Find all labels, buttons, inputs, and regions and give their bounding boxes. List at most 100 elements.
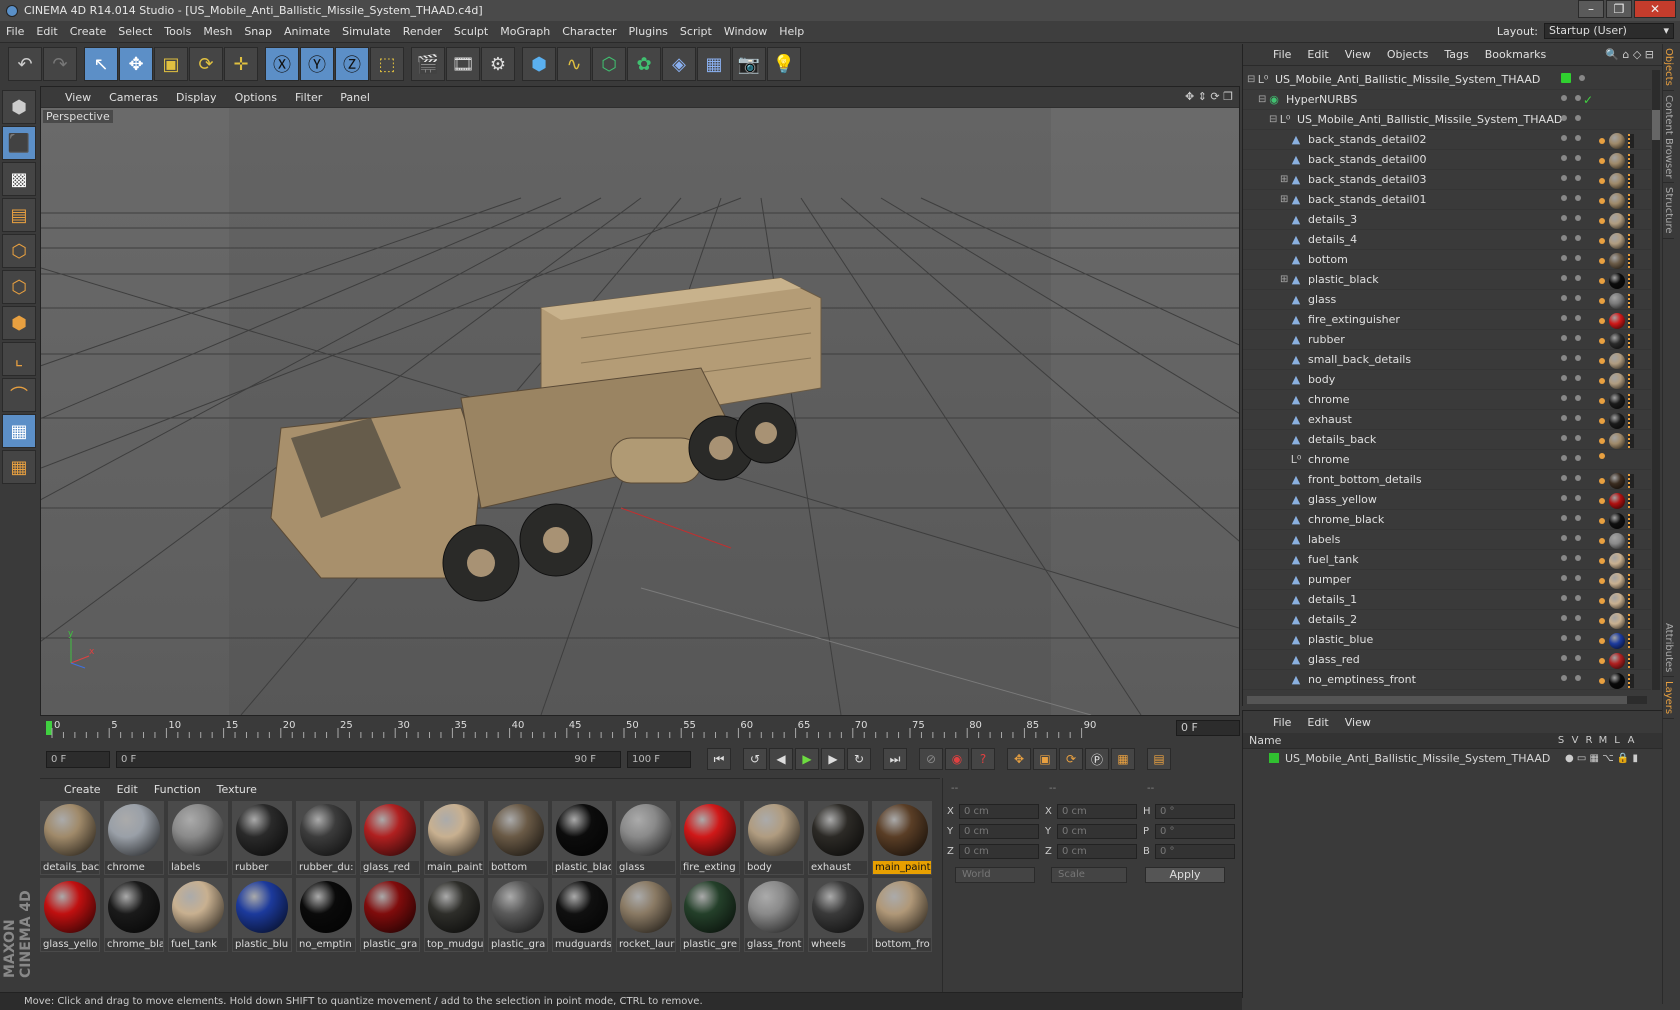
object-tags[interactable] [1599,193,1634,209]
floor-icon[interactable]: ▦ [697,47,731,81]
object-tree-row[interactable]: ⊞ ▲ plastic_black [1243,270,1651,290]
object-tree-row[interactable]: ▲ details_3 [1243,210,1651,230]
object-tree-row[interactable]: ⊟ ◉ HyperNURBS ✓ [1243,90,1651,110]
visibility-dots[interactable] [1561,415,1589,421]
material-swatch[interactable]: plastic_gre [680,878,740,952]
expand-toggle-icon[interactable]: ⊞ [1280,194,1288,205]
material-swatch[interactable]: main_paint [872,801,932,875]
play-icon[interactable]: ▶ [795,748,819,770]
visibility-dots[interactable] [1561,355,1589,361]
y-axis-lock-icon[interactable]: Ⓨ [300,47,334,81]
object-manager-search-icon[interactable]: 🔍 ⌂ ◇ ⊟ [1605,48,1654,61]
visibility-dots[interactable] [1561,555,1589,561]
rotation-h-field[interactable]: 0 ° [1155,804,1235,819]
deformer-icon[interactable]: ◈ [662,47,696,81]
tab-content-browser[interactable]: Content Browser [1663,91,1674,184]
size-x-field[interactable]: 0 cm [1057,804,1137,819]
start-frame-field[interactable]: 0 F [46,750,110,768]
workplane-lock-icon[interactable]: ▦ [2,414,36,448]
visibility-dots[interactable] [1561,215,1589,221]
edges-mode-icon[interactable]: ⬡ [2,270,36,304]
record-keys-icon[interactable]: ⊘ [919,748,943,770]
material-swatch[interactable]: chrome_bla [104,878,164,952]
material-swatch[interactable]: rocket_laur [616,878,676,952]
layer-menu-edit[interactable]: Edit [1307,716,1328,729]
object-tree-hscrollbar[interactable] [1247,696,1647,704]
layout-dropdown[interactable]: Startup (User) [1544,23,1674,39]
end-frame-field[interactable]: 100 F [627,750,691,768]
make-editable-icon[interactable]: ⬢ [2,90,36,124]
render-picture-viewer-icon[interactable]: 🎞 [446,47,480,81]
material-swatch[interactable]: rubber_du: [296,801,356,875]
menu-mograph[interactable]: MoGraph [494,25,556,38]
object-tree-row[interactable]: ▲ rubber [1243,330,1651,350]
object-tree-row[interactable]: ▲ back_stands_detail02 [1243,130,1651,150]
object-tree-row[interactable]: ▲ labels [1243,530,1651,550]
viewport-menu-display[interactable]: Display [176,91,217,104]
material-swatch[interactable]: glass [616,801,676,875]
material-menu-create[interactable]: Create [64,783,101,796]
go-to-start-icon[interactable]: ⏮ [707,748,731,770]
material-swatch[interactable]: plastic_gra [488,878,548,952]
material-swatch[interactable]: plastic_gra [360,878,420,952]
object-tags[interactable] [1599,313,1634,329]
object-tags[interactable] [1599,273,1634,289]
menu-render[interactable]: Render [397,25,448,38]
key-rotation-icon[interactable]: ⟳ [1059,748,1083,770]
material-swatch[interactable]: fire_exting [680,801,740,875]
visibility-dots[interactable] [1561,615,1589,621]
visibility-dots[interactable] [1561,455,1589,461]
object-menu-bookmarks[interactable]: Bookmarks [1485,48,1546,61]
viewport-menu-filter[interactable]: Filter [295,91,322,104]
next-frame-icon[interactable]: ▶ [821,748,845,770]
viewport-menu-cameras[interactable]: Cameras [109,91,158,104]
position-x-field[interactable]: 0 cm [959,804,1039,819]
layer-color-swatch[interactable] [1269,753,1279,763]
object-tags[interactable] [1599,153,1634,169]
menu-window[interactable]: Window [718,25,773,38]
object-tree-row[interactable]: ▲ pumper [1243,570,1651,590]
object-tags[interactable] [1599,673,1634,689]
material-swatch[interactable]: body [744,801,804,875]
object-tree-row[interactable]: ⊟ L⁰ US_Mobile_Anti_Ballistic_Missile_Syst… [1243,110,1651,130]
visibility-dots[interactable] [1561,675,1589,681]
object-tags[interactable] [1599,413,1634,429]
previous-frame-icon[interactable]: ◀ [769,748,793,770]
menu-plugins[interactable]: Plugins [623,25,674,38]
material-menu-function[interactable]: Function [154,783,201,796]
size-y-field[interactable]: 0 cm [1057,824,1137,839]
layer-flag-icons[interactable]: ● ▭ ▦ ⌥ 🔒 ▮ [1565,753,1638,764]
object-tree-row[interactable]: ▲ chrome [1243,390,1651,410]
visibility-dots[interactable] [1561,575,1589,581]
visibility-dots[interactable] [1561,435,1589,441]
visibility-dots[interactable] [1561,475,1589,481]
material-swatch[interactable]: exhaust [808,801,868,875]
object-tags[interactable] [1599,333,1634,349]
key-position-icon[interactable]: ✥ [1007,748,1031,770]
object-tree-row[interactable]: ▲ details_2 [1243,610,1651,630]
material-swatch[interactable]: bottom [488,801,548,875]
material-swatch[interactable]: glass_red [360,801,420,875]
material-swatch[interactable]: details_bac [40,801,100,875]
workplane-rotate-icon[interactable]: ▦ [2,450,36,484]
object-tree-row[interactable]: ▲ no_emptiness_front [1243,670,1651,690]
material-swatch[interactable]: main_paint [424,801,484,875]
key-scale-icon[interactable]: ▣ [1033,748,1057,770]
visibility-dots[interactable] [1561,375,1589,381]
visibility-dots[interactable] [1561,235,1589,241]
rotate-tool-icon[interactable]: ⟳ [189,47,223,81]
layer-row[interactable]: US_Mobile_Anti_Ballistic_Missile_System_… [1243,749,1662,767]
object-tags[interactable] [1599,373,1634,389]
texture-mode-icon[interactable]: ▩ [2,162,36,196]
object-tree-row[interactable]: ▲ glass_yellow [1243,490,1651,510]
tab-layers[interactable]: Layers [1663,677,1674,720]
key-pla-icon[interactable]: ▦ [1111,748,1135,770]
menu-file[interactable]: File [0,25,30,38]
material-swatch[interactable]: labels [168,801,228,875]
object-tags[interactable] [1599,513,1634,529]
visibility-dots[interactable] [1561,175,1589,181]
viewport-nav-icons[interactable]: ✥ ⇕ ⟳ ❐ [1185,90,1233,103]
apply-button[interactable]: Apply [1145,867,1225,883]
object-tree-row[interactable]: ⊟ L⁰ US_Mobile_Anti_Ballistic_Missile_Syst… [1243,70,1651,90]
coordinate-system-icon[interactable]: ⬚ [370,47,404,81]
